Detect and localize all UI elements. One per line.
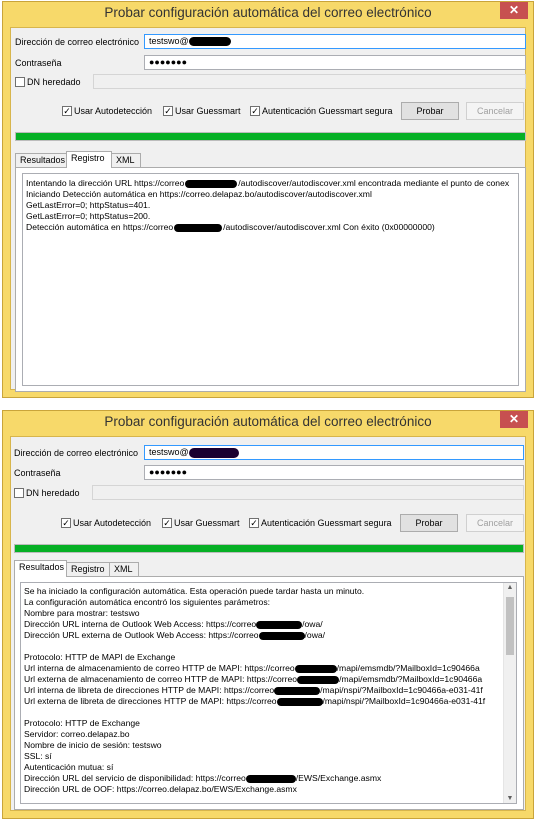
autodetect-checkbox[interactable]: ✓ bbox=[61, 518, 71, 528]
test-button[interactable]: Probar bbox=[401, 102, 459, 120]
legacy-dn-checkbox[interactable] bbox=[14, 488, 24, 498]
close-button[interactable]: ✕ bbox=[500, 2, 528, 19]
test-button[interactable]: Probar bbox=[400, 514, 458, 532]
result-line: Url externa de almacenamiento de correo … bbox=[24, 674, 483, 684]
email-field[interactable]: testswo@ bbox=[144, 445, 524, 460]
result-line: Nombre para mostrar: testswo bbox=[24, 608, 140, 618]
dialog-title: Probar configuración automática del corr… bbox=[104, 5, 432, 20]
secure-guessmart-label: Autenticación Guessmart segura bbox=[261, 518, 392, 528]
email-value: testswo@ bbox=[149, 447, 189, 457]
cancel-button: Cancelar bbox=[466, 514, 524, 532]
guessmart-checkbox[interactable]: ✓ bbox=[162, 518, 172, 528]
password-label: Contraseña bbox=[15, 58, 62, 68]
vertical-scrollbar[interactable]: ▲ ▼ bbox=[503, 583, 516, 803]
redaction-mark bbox=[185, 179, 238, 188]
tab-xml[interactable]: XML bbox=[111, 153, 141, 167]
autodetect-label: Usar Autodetección bbox=[74, 106, 153, 116]
autodetect-label: Usar Autodetección bbox=[73, 518, 152, 528]
result-line: Dirección URL externa de Outlook Web Acc… bbox=[24, 630, 326, 640]
log-line: GetLastError=0; httpStatus=200. bbox=[26, 211, 151, 221]
log-line: GetLastError=0; httpStatus=401. bbox=[26, 200, 151, 210]
result-line: Autenticación mutua: sí bbox=[24, 762, 114, 772]
results-textarea[interactable]: Se ha iniciado la configuración automáti… bbox=[20, 582, 517, 804]
result-line: SSL: sí bbox=[24, 751, 52, 761]
result-line: Url externa de libreta de direcciones HT… bbox=[24, 696, 486, 706]
tab-panel: Se ha iniciado la configuración automáti… bbox=[14, 576, 524, 810]
result-line: Dirección URL de OOF: https://correo.del… bbox=[24, 784, 297, 794]
result-line: Servidor: correo.delapaz.bo bbox=[24, 729, 130, 739]
close-button[interactable]: ✕ bbox=[500, 411, 528, 428]
redaction-mark bbox=[174, 223, 223, 232]
dialog-body: Dirección de correo electrónico testswo@… bbox=[10, 27, 526, 392]
scroll-down-arrow-icon[interactable]: ▼ bbox=[504, 795, 516, 802]
legacy-dn-label: DN heredado bbox=[27, 77, 81, 87]
redaction-mark bbox=[276, 697, 323, 706]
tab-registro[interactable]: Registro bbox=[66, 151, 112, 168]
redaction-mark bbox=[188, 37, 231, 47]
legacy-dn-field bbox=[92, 485, 524, 500]
password-field[interactable]: ●●●●●●● bbox=[144, 55, 526, 70]
tab-registro[interactable]: Registro bbox=[66, 562, 110, 576]
password-label: Contraseña bbox=[14, 468, 61, 478]
tab-resultados[interactable]: Resultados bbox=[15, 153, 67, 167]
email-label: Dirección de correo electrónico bbox=[14, 448, 139, 458]
result-line: Url interna de libreta de direcciones HT… bbox=[24, 685, 483, 695]
log-textarea[interactable]: Intentando la dirección URL https://corr… bbox=[22, 173, 519, 386]
result-line: Dirección URL del servicio de disponibil… bbox=[24, 773, 382, 783]
secure-guessmart-label: Autenticación Guessmart segura bbox=[262, 106, 393, 116]
redaction-mark bbox=[274, 686, 321, 695]
progress-fill bbox=[15, 545, 523, 552]
log-line: Detección automática en https://correo/a… bbox=[26, 222, 435, 232]
email-label: Dirección de correo electrónico bbox=[15, 37, 140, 47]
dialog-window-resultados: Probar configuración automática del corr… bbox=[2, 410, 534, 819]
redaction-mark bbox=[256, 620, 303, 629]
redaction-mark bbox=[188, 447, 239, 458]
tab-resultados[interactable]: Resultados bbox=[14, 560, 67, 577]
redaction-mark bbox=[258, 631, 305, 640]
tab-panel: Intentando la dirección URL https://corr… bbox=[15, 167, 526, 392]
tab-strip: Resultados Registro XML bbox=[15, 151, 215, 168]
autodetect-checkbox[interactable]: ✓ bbox=[62, 106, 72, 116]
dialog-title: Probar configuración automática del corr… bbox=[104, 414, 432, 429]
email-value: testswo@ bbox=[149, 36, 189, 46]
result-line: Protocolo: HTTP de MAPI de Exchange bbox=[24, 652, 176, 662]
password-field[interactable]: ●●●●●●● bbox=[144, 465, 524, 480]
progress-bar bbox=[14, 544, 524, 553]
tab-xml[interactable]: XML bbox=[109, 562, 139, 576]
result-line: Url interna de almacenamiento de correo … bbox=[24, 663, 480, 673]
log-line: Iniciando Detección automática en https:… bbox=[26, 189, 372, 199]
redaction-mark bbox=[245, 774, 296, 783]
redaction-mark bbox=[297, 675, 340, 684]
dialog-window-registro: Probar configuración automática del corr… bbox=[2, 1, 534, 398]
dialog-body: Dirección de correo electrónico testswo@… bbox=[10, 436, 526, 811]
legacy-dn-checkbox[interactable] bbox=[15, 77, 25, 87]
result-line: La configuración automática encontró los… bbox=[24, 597, 271, 607]
email-field[interactable]: testswo@ bbox=[144, 34, 526, 49]
tab-strip: Resultados Registro XML bbox=[14, 560, 214, 577]
guessmart-label: Usar Guessmart bbox=[174, 518, 240, 528]
redaction-mark bbox=[294, 664, 337, 673]
result-line: Dirección URL interna de Outlook Web Acc… bbox=[24, 619, 323, 629]
guessmart-checkbox[interactable]: ✓ bbox=[163, 106, 173, 116]
guessmart-label: Usar Guessmart bbox=[175, 106, 241, 116]
result-line: Nombre de inicio de sesión: testswo bbox=[24, 740, 162, 750]
cancel-button: Cancelar bbox=[466, 102, 524, 120]
result-line: Se ha iniciado la configuración automáti… bbox=[24, 586, 365, 596]
scrollbar-thumb[interactable] bbox=[506, 597, 514, 655]
secure-guessmart-checkbox[interactable]: ✓ bbox=[249, 518, 259, 528]
progress-fill bbox=[16, 133, 525, 140]
title-bar[interactable]: Probar configuración automática del corr… bbox=[3, 411, 533, 433]
scroll-up-arrow-icon[interactable]: ▲ bbox=[504, 584, 516, 591]
title-bar[interactable]: Probar configuración automática del corr… bbox=[3, 2, 533, 24]
legacy-dn-field bbox=[93, 74, 526, 89]
progress-bar bbox=[15, 132, 526, 141]
secure-guessmart-checkbox[interactable]: ✓ bbox=[250, 106, 260, 116]
legacy-dn-label: DN heredado bbox=[26, 488, 80, 498]
result-line: Protocolo: HTTP de Exchange bbox=[24, 718, 140, 728]
log-line: Intentando la dirección URL https://corr… bbox=[26, 178, 510, 188]
